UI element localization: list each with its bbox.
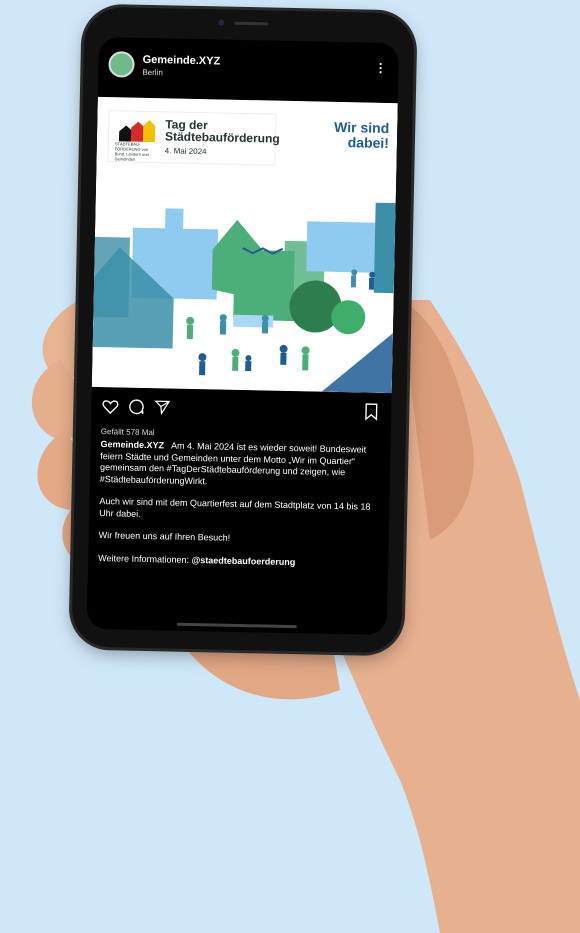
post-header: Gemeinde.XYZ Berlin ⋮ (98, 37, 399, 93)
comment-icon[interactable] (127, 398, 145, 416)
post-actions (91, 397, 391, 425)
tag-der-staedtebaufoerderung-logo: STÄDTEBAU- FÖRDERUNG von Bund, Ländern u… (108, 111, 280, 165)
caption-paragraph-2: Auch wir sind mit dem Quartierfest auf d… (99, 496, 371, 519)
caption-paragraph-1: Gemeinde.XYZ Am 4. Mai 2024 ist es wiede… (100, 439, 383, 491)
logo-date: 4. Mai 2024 (164, 146, 207, 157)
account-name[interactable]: Gemeinde.XYZ (143, 54, 221, 68)
speaker-grille (234, 21, 269, 26)
logo-title: Tag der Städtebauförderung (164, 117, 280, 146)
send-icon[interactable] (153, 398, 171, 416)
phone-screen: Gemeinde.XYZ Berlin ⋮ STÄDTEBAU- FÖRDERU… (86, 36, 400, 636)
account-location[interactable]: Berlin (142, 68, 163, 77)
avatar[interactable] (108, 51, 135, 78)
camera-dot (218, 19, 225, 26)
post-image[interactable]: STÄDTEBAU- FÖRDERUNG von Bund, Ländern u… (91, 96, 398, 394)
logo-small-text: STÄDTEBAU- FÖRDERUNG von Bund, Ländern u… (114, 141, 149, 162)
heart-icon[interactable] (101, 397, 119, 415)
bookmark-icon[interactable] (363, 403, 379, 421)
caption-paragraph-3: Wir freuen uns auf Ihren Besuch! (98, 530, 231, 543)
likes-count[interactable]: Gefällt 578 Mal (101, 427, 155, 437)
caption-info-prefix: Weitere Informationen: (98, 552, 192, 565)
houses-logo-icon (118, 119, 156, 143)
caption-author[interactable]: Gemeinde.XYZ (100, 439, 164, 450)
caption-handle-link[interactable]: @staedtebaufoerderung (191, 554, 295, 566)
post-caption: Gemeinde.XYZ Am 4. Mai 2024 ist es wiede… (98, 439, 383, 581)
home-indicator (176, 622, 297, 629)
phone: Gemeinde.XYZ Berlin ⋮ STÄDTEBAU- FÖRDERU… (71, 6, 415, 654)
tagline: Wir sind dabei! (333, 118, 390, 152)
caption-paragraph-4: Weitere Informationen: @staedtebaufoerde… (98, 553, 380, 570)
more-vertical-icon[interactable]: ⋮ (374, 61, 386, 75)
